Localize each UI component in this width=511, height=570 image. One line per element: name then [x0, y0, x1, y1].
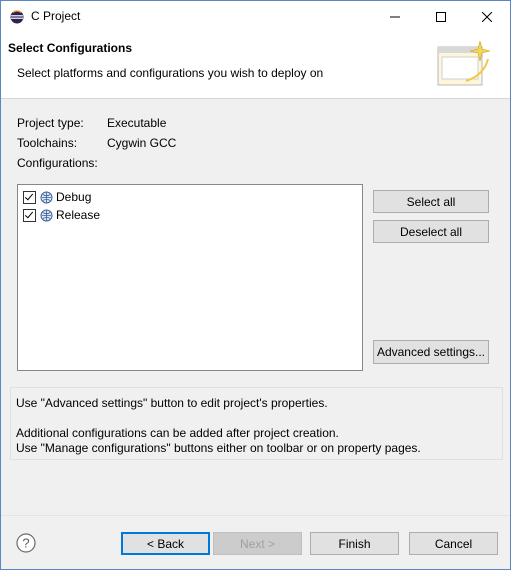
- configuration-icon: [40, 209, 53, 221]
- release-checkbox[interactable]: [23, 208, 36, 222]
- list-item[interactable]: Release: [23, 206, 100, 224]
- message-line: Use "Manage configurations" buttons eith…: [16, 441, 421, 455]
- select-all-button[interactable]: Select all: [373, 190, 489, 213]
- c-project-dialog: C Project Select Configurations Select p…: [0, 0, 511, 570]
- advanced-settings-button[interactable]: Advanced settings...: [373, 340, 489, 364]
- close-button[interactable]: [464, 1, 510, 32]
- next-button[interactable]: Next >: [213, 532, 302, 555]
- message-line: Additional configurations can be added a…: [16, 426, 339, 440]
- svg-text:?: ?: [22, 536, 29, 551]
- footer-separator: [1, 515, 510, 516]
- maximize-button[interactable]: [418, 1, 464, 32]
- toolchains-value: Cygwin GCC: [107, 136, 177, 150]
- close-icon: [482, 11, 492, 22]
- wizard-banner-icon: [437, 41, 491, 86]
- list-item[interactable]: Debug: [23, 188, 91, 206]
- project-type-value: Executable: [107, 116, 167, 130]
- help-icon[interactable]: ?: [16, 533, 36, 553]
- message-line: Use "Advanced settings" button to edit p…: [16, 396, 328, 410]
- configuration-icon: [40, 191, 53, 203]
- cancel-button[interactable]: Cancel: [409, 532, 498, 555]
- configurations-label: Configurations:: [17, 156, 98, 170]
- minimize-button[interactable]: [372, 1, 418, 32]
- maximize-icon: [436, 11, 446, 22]
- deselect-all-button[interactable]: Deselect all: [373, 220, 489, 243]
- eclipse-icon: [10, 10, 24, 24]
- minimize-icon: [390, 16, 400, 17]
- finish-button[interactable]: Finish: [310, 532, 399, 555]
- message-panel: Use "Advanced settings" button to edit p…: [10, 387, 503, 460]
- page-title: Select Configurations: [8, 41, 133, 55]
- debug-label: Debug: [56, 190, 92, 204]
- project-type-label: Project type:: [17, 116, 84, 130]
- title-bar: C Project: [1, 1, 510, 32]
- debug-checkbox[interactable]: [23, 190, 36, 204]
- toolchains-label: Toolchains:: [17, 136, 78, 150]
- back-button[interactable]: < Back: [121, 532, 210, 555]
- page-description: Select platforms and configurations you …: [17, 66, 324, 80]
- configurations-list[interactable]: Debug Release: [17, 184, 363, 371]
- wizard-header: Select Configurations Select platforms a…: [1, 32, 510, 99]
- release-label: Release: [56, 208, 101, 222]
- window-title: C Project: [31, 9, 81, 23]
